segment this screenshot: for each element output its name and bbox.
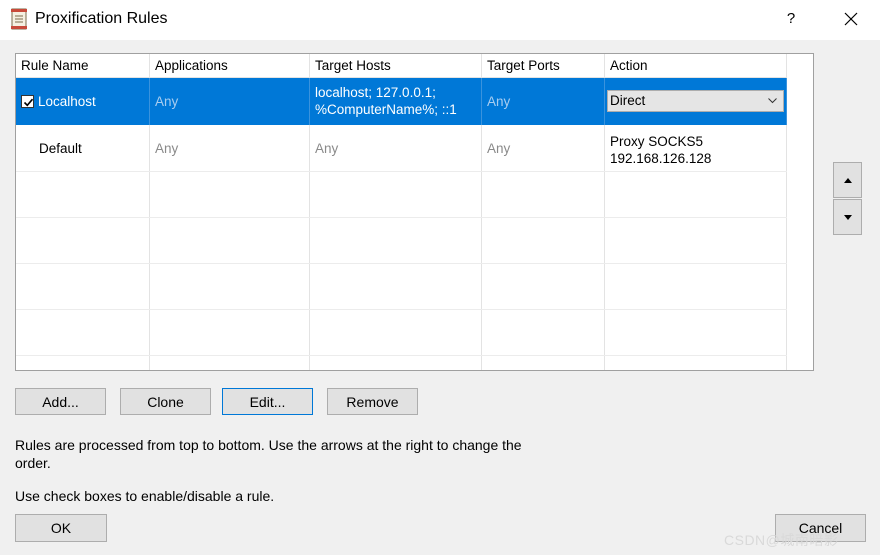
extra-column bbox=[787, 78, 813, 125]
target-hosts-cell: localhost; 127.0.0.1; %ComputerName%; ::… bbox=[310, 78, 482, 125]
applications-cell: Any bbox=[150, 78, 310, 125]
arrow-down-icon bbox=[843, 214, 852, 220]
rules-table[interactable]: Rule Name Applications Target Hosts Targ… bbox=[15, 53, 814, 371]
applications-cell: Any bbox=[150, 125, 310, 171]
empty-row bbox=[16, 218, 787, 264]
empty-row bbox=[16, 310, 787, 356]
table-row[interactable]: Localhost Any localhost; 127.0.0.1; %Com… bbox=[16, 78, 787, 125]
add-button[interactable]: Add... bbox=[15, 388, 106, 415]
column-header-applications[interactable]: Applications bbox=[150, 54, 310, 77]
watermark: CSDN@城南暗影 bbox=[724, 532, 839, 548]
empty-row bbox=[16, 172, 787, 218]
action-cell: Proxy SOCKS5 192.168.126.128 bbox=[605, 125, 787, 171]
rule-name: Localhost bbox=[38, 94, 96, 109]
table-row[interactable]: Default Any Any Any Proxy SOCKS5 192.168… bbox=[16, 125, 787, 172]
info-text-order: Rules are processed from top to bottom. … bbox=[15, 437, 522, 471]
chevron-down-icon bbox=[768, 98, 777, 104]
arrow-up-icon bbox=[843, 177, 852, 183]
target-hosts-line: localhost; 127.0.0.1; bbox=[315, 85, 436, 100]
clone-button[interactable]: Clone bbox=[120, 388, 211, 415]
info-text-checkboxes: Use check boxes to enable/disable a rule… bbox=[15, 488, 275, 504]
move-down-button[interactable] bbox=[833, 199, 862, 235]
column-header-action[interactable]: Action bbox=[605, 54, 787, 77]
title-bar: Proxification Rules ? bbox=[0, 0, 880, 40]
rule-name: Default bbox=[39, 140, 82, 156]
column-header-target-hosts[interactable]: Target Hosts bbox=[310, 54, 482, 77]
column-header-rule-name[interactable]: Rule Name bbox=[16, 54, 150, 77]
action-cell: Direct bbox=[605, 78, 787, 125]
action-dropdown[interactable]: Direct bbox=[607, 90, 784, 112]
target-ports-cell: Any bbox=[482, 78, 605, 125]
target-hosts-line: %ComputerName%; ::1 bbox=[315, 102, 457, 117]
target-ports-cell: Any bbox=[482, 125, 605, 171]
table-header: Rule Name Applications Target Hosts Targ… bbox=[16, 54, 787, 78]
column-header-target-ports[interactable]: Target Ports bbox=[482, 54, 605, 77]
rule-name-cell: Default bbox=[16, 125, 150, 171]
move-up-button[interactable] bbox=[833, 162, 862, 198]
rule-name-cell: Localhost bbox=[16, 78, 150, 125]
close-icon bbox=[844, 12, 858, 26]
remove-button[interactable]: Remove bbox=[327, 388, 418, 415]
close-button[interactable] bbox=[838, 6, 864, 32]
action-line: 192.168.126.128 bbox=[610, 151, 712, 166]
action-dropdown-value: Direct bbox=[610, 93, 646, 108]
app-icon bbox=[11, 8, 27, 30]
extra-column bbox=[787, 125, 813, 171]
checkmark-icon bbox=[23, 98, 34, 107]
enable-checkbox[interactable] bbox=[21, 95, 34, 108]
action-line: Proxy SOCKS5 bbox=[610, 134, 704, 149]
help-button[interactable]: ? bbox=[782, 10, 800, 30]
target-hosts-cell: Any bbox=[310, 125, 482, 171]
ok-button[interactable]: OK bbox=[15, 514, 107, 542]
empty-row bbox=[16, 356, 787, 370]
window-title: Proxification Rules bbox=[35, 10, 168, 27]
empty-row bbox=[16, 264, 787, 310]
edit-button[interactable]: Edit... bbox=[222, 388, 313, 415]
